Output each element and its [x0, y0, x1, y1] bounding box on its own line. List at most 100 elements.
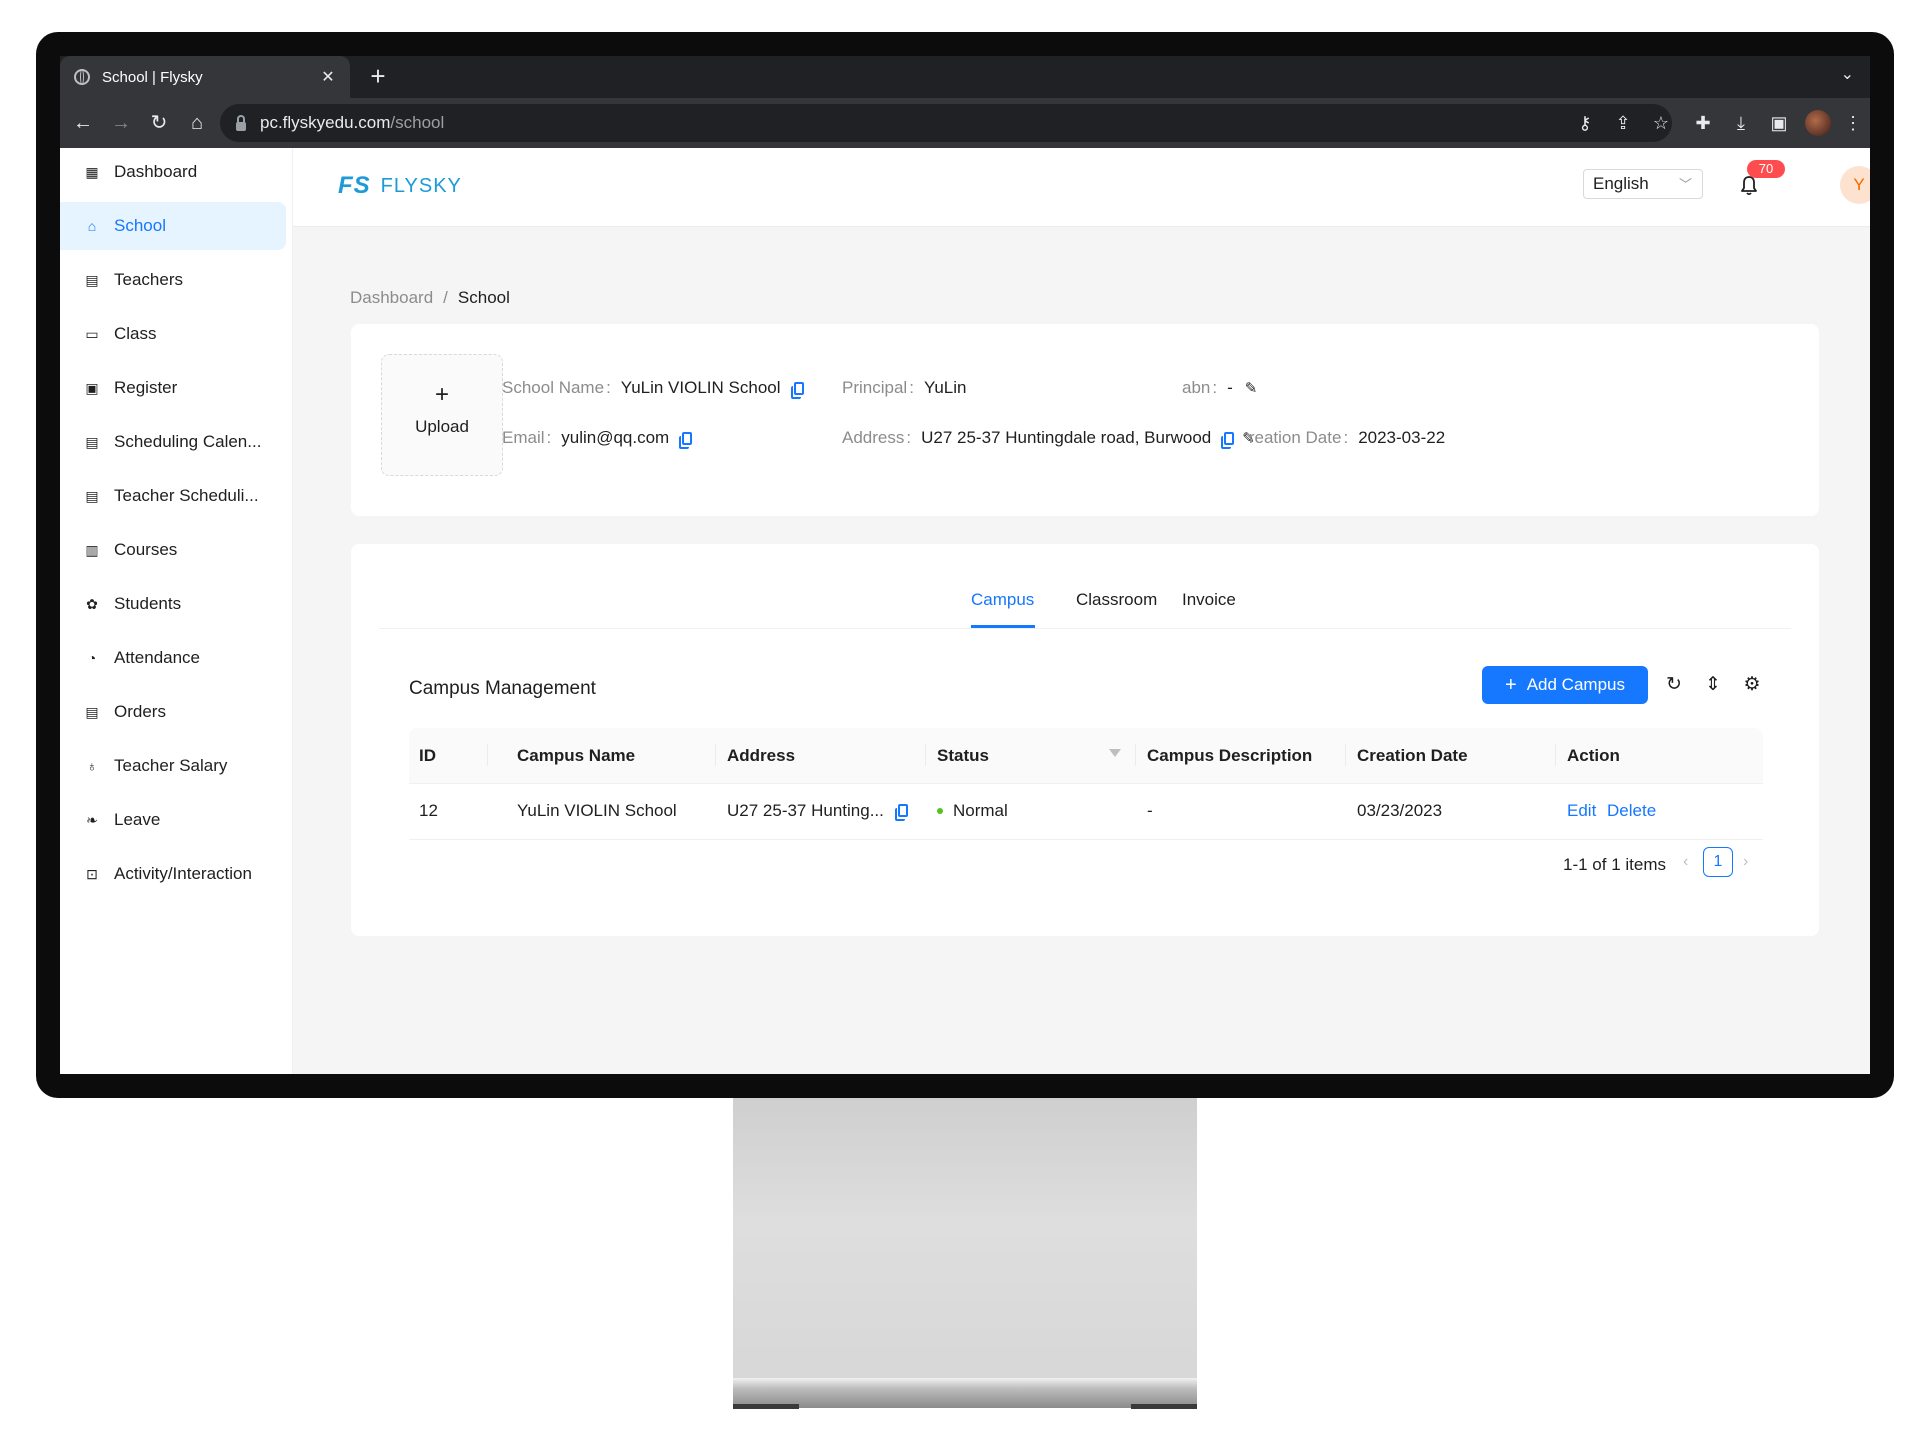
chevron-left-icon[interactable]: ‹ — [1683, 853, 1688, 871]
copy-icon[interactable] — [790, 381, 804, 399]
delete-link[interactable]: Delete — [1607, 801, 1656, 820]
pagination-page-1[interactable]: 1 — [1703, 847, 1733, 877]
new-tab-icon[interactable]: + — [362, 60, 394, 92]
reload-icon[interactable]: ↻ — [1663, 672, 1685, 698]
bookmark-star-icon[interactable]: ☆ — [1648, 110, 1674, 136]
courses-icon: ▥ — [85, 541, 99, 558]
address-bar[interactable]: pc.flyskyedu.com/school — [220, 104, 1672, 142]
column-header-campus-description: Campus Description — [1147, 746, 1313, 765]
browser-profile-avatar[interactable] — [1805, 110, 1831, 136]
url-path: /school — [390, 113, 445, 132]
sidebar-item-label: Activity/Interaction — [114, 864, 252, 883]
breadcrumb-separator: / — [443, 288, 448, 307]
address-value: U27 25-37 Huntingdale road, Burwood — [921, 428, 1212, 447]
back-icon[interactable]: ← — [70, 110, 96, 136]
column-divider — [487, 744, 488, 766]
copy-icon[interactable] — [894, 804, 908, 821]
edit-link[interactable]: Edit — [1567, 801, 1596, 820]
column-height-icon[interactable]: ⇕ — [1702, 672, 1724, 698]
sidebar-item-activity-interaction[interactable]: ⊡ Activity/Interaction — [60, 850, 286, 898]
register-icon: ▣ — [85, 379, 99, 396]
cell-creation-date: 03/23/2023 — [1357, 801, 1443, 820]
side-panel-icon[interactable]: ▣ — [1766, 110, 1792, 136]
gear-icon[interactable]: ⚙ — [1741, 672, 1763, 698]
sidebar-item-label: Students — [114, 594, 182, 613]
sidebar-item-label: Orders — [114, 702, 166, 721]
language-value: English — [1593, 174, 1649, 193]
sidebar-item-label: Courses — [114, 540, 178, 559]
sidebar-item-label: Class — [114, 324, 157, 343]
sidebar-item-leave[interactable]: ❧ Leave — [60, 796, 286, 844]
share-icon[interactable]: ⇪ — [1610, 110, 1636, 136]
plus-icon: + — [434, 381, 449, 408]
tab-campus[interactable]: Campus — [971, 590, 1034, 610]
browser-toolbar: ← → ↻ ⌂ pc.flyskyedu.com/school ⚷ ⇪ ☆ ✚ … — [60, 98, 1870, 148]
upload-label: Upload — [415, 417, 469, 436]
campus-card: Campus Classroom Invoice Campus Manageme… — [351, 544, 1819, 936]
copy-icon[interactable] — [679, 431, 693, 449]
column-header-id: ID — [419, 746, 436, 765]
sidebar-item-courses[interactable]: ▥ Courses — [60, 526, 286, 574]
browser-tab[interactable]: School | Flysky ✕ — [60, 56, 350, 98]
reload-icon[interactable]: ↻ — [146, 110, 172, 136]
more-menu-icon[interactable]: ⋮ — [1840, 110, 1866, 136]
edit-icon[interactable]: ✎ — [1245, 379, 1258, 397]
abn-field: abn: - ✎ — [1182, 378, 1258, 397]
chevron-down-icon: ﹀ — [1678, 177, 1692, 192]
sidebar: ▦ Dashboard ⌂ School ▤ Teachers ▭ Class ▣ Registe… — [60, 148, 293, 1074]
logo-upload[interactable]: + Upload — [381, 354, 503, 476]
sidebar-item-teacher-salary[interactable]: ♁ Teacher Salary — [60, 742, 286, 790]
sidebar-item-register[interactable]: ▣ Register — [60, 364, 286, 412]
filter-icon[interactable] — [1109, 749, 1121, 757]
forward-icon[interactable]: → — [108, 110, 134, 136]
key-icon[interactable]: ⚷ — [1572, 110, 1598, 136]
url-host: pc.flyskyedu.com — [260, 113, 391, 132]
school-info-card: + Upload School Name: YuLin VIOLIN Schoo… — [351, 324, 1819, 516]
table-row: 12 YuLin VIOLIN School U27 25-37 Hunting… — [409, 783, 1763, 840]
home-icon[interactable]: ⌂ — [184, 110, 210, 136]
salary-icon: ♁ — [86, 758, 98, 774]
breadcrumb: Dashboard / School — [350, 288, 510, 308]
sidebar-item-school[interactable]: ⌂ School — [60, 202, 286, 250]
add-campus-button[interactable]: + Add Campus — [1482, 666, 1648, 704]
creation-date-value: 2023-03-22 — [1358, 428, 1446, 447]
sidebar-item-students[interactable]: ✿ Students — [60, 580, 286, 628]
column-header-campus-name: Campus Name — [517, 746, 636, 765]
calendar-icon: ▤ — [85, 487, 99, 504]
orders-icon: ▤ — [85, 703, 99, 720]
logo-text: FLYSKY — [380, 174, 462, 197]
sidebar-item-label: Register — [114, 378, 178, 397]
bell-icon[interactable] — [1741, 176, 1757, 196]
screen: School | Flysky ✕ + ⌄ ← → ↻ ⌂ pc.flyskye… — [60, 56, 1870, 1074]
chevron-right-icon[interactable]: › — [1743, 853, 1748, 871]
sidebar-item-attendance[interactable]: ◔ Attendance — [60, 634, 286, 682]
tab-ink-bar — [971, 625, 1035, 628]
sidebar-item-teachers[interactable]: ▤ Teachers — [60, 256, 286, 304]
sidebar-item-dashboard[interactable]: ▦ Dashboard — [60, 148, 286, 196]
flysky-logo[interactable]: FS FLYSKY — [338, 172, 462, 200]
copy-icon[interactable] — [1221, 431, 1235, 449]
attendance-icon: ◔ — [87, 650, 97, 666]
language-select[interactable]: English ﹀ — [1583, 169, 1703, 199]
abn-value: - — [1227, 378, 1233, 397]
sidebar-item-scheduling-calen[interactable]: ▤ Scheduling Calen... — [60, 418, 286, 466]
activity-icon: ⊡ — [86, 865, 98, 882]
sidebar-item-orders[interactable]: ▤ Orders — [60, 688, 286, 736]
sidebar-item-class[interactable]: ▭ Class — [60, 310, 286, 358]
table-header: ID Campus Name Address Status Campus Des… — [409, 728, 1763, 784]
extensions-icon[interactable]: ✚ — [1690, 110, 1716, 136]
browser-tab-bar: School | Flysky ✕ + ⌄ — [60, 56, 1870, 98]
download-icon[interactable]: ⤓ — [1728, 110, 1754, 136]
tab-search-chevron-icon[interactable]: ⌄ — [1841, 64, 1854, 84]
principal-label: Principal — [842, 378, 908, 397]
sidebar-item-teacher-scheduli[interactable]: ▤ Teacher Scheduli... — [60, 472, 286, 520]
column-header-creation-date: Creation Date — [1357, 746, 1468, 765]
cell-address: U27 25-37 Hunting... — [727, 783, 908, 839]
status-text: Normal — [953, 801, 1008, 820]
breadcrumb-dashboard[interactable]: Dashboard — [350, 288, 433, 307]
tab-classroom[interactable]: Classroom — [1076, 590, 1157, 610]
user-avatar[interactable]: Y — [1840, 166, 1870, 204]
close-tab-icon[interactable]: ✕ — [316, 67, 340, 87]
notification-badge: 70 — [1747, 160, 1785, 178]
tab-invoice[interactable]: Invoice — [1182, 590, 1236, 610]
